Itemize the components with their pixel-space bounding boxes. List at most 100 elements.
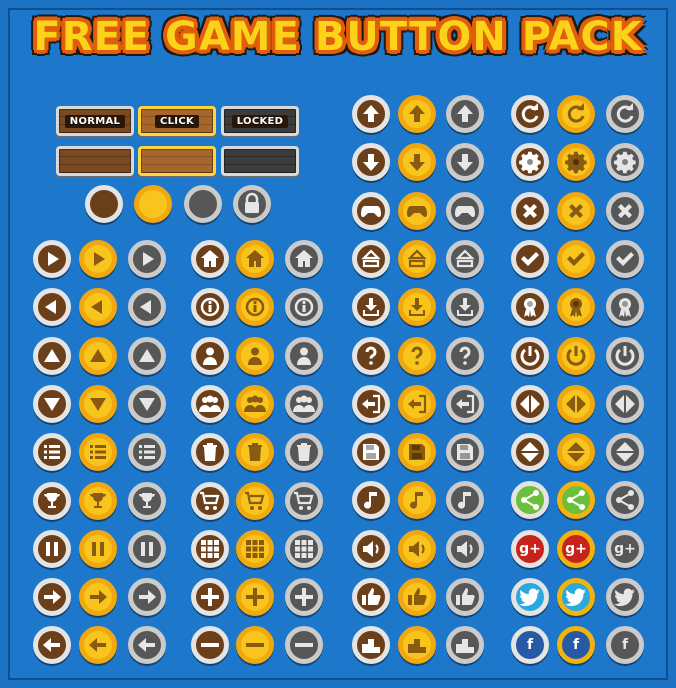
arrow-up-normal-button[interactable] bbox=[352, 95, 390, 133]
people-click-button[interactable] bbox=[236, 384, 274, 423]
power-normal-button[interactable] bbox=[511, 336, 549, 375]
eject-up-click-button[interactable] bbox=[398, 239, 436, 278]
cart-normal-button[interactable] bbox=[191, 481, 229, 520]
exit-locked-button[interactable] bbox=[446, 384, 484, 423]
restart-locked-button[interactable] bbox=[606, 95, 644, 133]
triangle-down-locked-button[interactable] bbox=[128, 384, 166, 423]
home-click-button[interactable] bbox=[236, 240, 274, 278]
award-normal-button[interactable] bbox=[511, 288, 549, 327]
plus-normal-button[interactable] bbox=[191, 578, 229, 617]
exit-normal-button[interactable] bbox=[352, 384, 390, 423]
save-click-button[interactable] bbox=[398, 433, 436, 472]
circle-arrow-right-normal-button[interactable] bbox=[33, 578, 71, 617]
thumbs-up-click-button[interactable] bbox=[398, 578, 436, 616]
blank-locked-button[interactable] bbox=[221, 146, 299, 176]
question-click-button[interactable] bbox=[398, 336, 436, 375]
diamond-lr-click-button[interactable] bbox=[557, 384, 595, 423]
person-click-button[interactable] bbox=[236, 336, 274, 375]
people-normal-button[interactable] bbox=[191, 384, 229, 423]
trash-locked-button[interactable] bbox=[285, 433, 323, 472]
diamond-ud-click-button[interactable] bbox=[557, 433, 595, 472]
-click-button[interactable] bbox=[134, 185, 172, 223]
play-right-click-button[interactable] bbox=[79, 240, 117, 278]
gplus-normal-button[interactable]: g+ bbox=[511, 529, 549, 568]
list-normal-button[interactable] bbox=[33, 433, 71, 472]
diamond-lr-normal-button[interactable] bbox=[511, 384, 549, 423]
exit-click-button[interactable] bbox=[398, 384, 436, 423]
circle-arrow-right-locked-button[interactable] bbox=[128, 578, 166, 617]
person-normal-button[interactable] bbox=[191, 336, 229, 375]
trash-click-button[interactable] bbox=[236, 433, 274, 472]
click-button[interactable]: CLICK bbox=[138, 106, 216, 136]
trophy-locked-button[interactable] bbox=[128, 481, 166, 520]
award-click-button[interactable] bbox=[557, 288, 595, 327]
pause-locked-button[interactable] bbox=[128, 529, 166, 568]
gamepad-click-button[interactable] bbox=[398, 191, 436, 230]
pause-click-button[interactable] bbox=[79, 529, 117, 568]
plus-click-button[interactable] bbox=[236, 578, 274, 617]
sound-normal-button[interactable] bbox=[352, 529, 390, 568]
arrow-up-click-button[interactable] bbox=[398, 95, 436, 133]
gplus-click-button[interactable]: g+ bbox=[557, 529, 595, 568]
trophy-click-button[interactable] bbox=[79, 481, 117, 520]
triangle-down-normal-button[interactable] bbox=[33, 384, 71, 423]
home-locked-button[interactable] bbox=[285, 240, 323, 278]
cart-click-button[interactable] bbox=[236, 481, 274, 520]
question-locked-button[interactable] bbox=[446, 336, 484, 375]
save-normal-button[interactable] bbox=[352, 433, 390, 472]
download-click-button[interactable] bbox=[398, 288, 436, 327]
diamond-lr-locked-button[interactable] bbox=[606, 384, 644, 423]
download-normal-button[interactable] bbox=[352, 288, 390, 327]
triangle-up-click-button[interactable] bbox=[79, 336, 117, 375]
person-locked-button[interactable] bbox=[285, 336, 323, 375]
triangle-up-normal-button[interactable] bbox=[33, 336, 71, 375]
lock-locked-button[interactable] bbox=[233, 185, 271, 223]
triangle-up-locked-button[interactable] bbox=[128, 336, 166, 375]
blank-click-button[interactable] bbox=[138, 146, 216, 176]
-locked-button[interactable] bbox=[184, 185, 222, 223]
thumbs-up-normal-button[interactable] bbox=[352, 578, 390, 616]
locked-button[interactable]: LOCKED bbox=[221, 106, 299, 136]
question-normal-button[interactable] bbox=[352, 336, 390, 375]
twitter-locked-button[interactable] bbox=[606, 578, 644, 616]
grid-normal-button[interactable] bbox=[191, 529, 229, 568]
-normal-button[interactable] bbox=[85, 185, 123, 223]
trophy-normal-button[interactable] bbox=[33, 481, 71, 520]
twitter-click-button[interactable] bbox=[557, 578, 595, 616]
download-locked-button[interactable] bbox=[446, 288, 484, 327]
eject-up-locked-button[interactable] bbox=[446, 239, 484, 278]
twitter-normal-button[interactable] bbox=[511, 578, 549, 616]
award-locked-button[interactable] bbox=[606, 288, 644, 327]
restart-normal-button[interactable] bbox=[511, 95, 549, 133]
play-right-locked-button[interactable] bbox=[128, 240, 166, 278]
check-click-button[interactable] bbox=[557, 239, 595, 278]
triangle-down-click-button[interactable] bbox=[79, 384, 117, 423]
trash-normal-button[interactable] bbox=[191, 433, 229, 472]
close-locked-button[interactable] bbox=[606, 191, 644, 230]
list-locked-button[interactable] bbox=[128, 433, 166, 472]
gplus-locked-button[interactable]: g+ bbox=[606, 529, 644, 568]
cart-locked-button[interactable] bbox=[285, 481, 323, 520]
sound-locked-button[interactable] bbox=[446, 529, 484, 568]
home-normal-button[interactable] bbox=[191, 240, 229, 278]
sound-click-button[interactable] bbox=[398, 529, 436, 568]
close-normal-button[interactable] bbox=[511, 191, 549, 230]
blank-normal-button[interactable] bbox=[56, 146, 134, 176]
arrow-up-locked-button[interactable] bbox=[446, 95, 484, 133]
grid-click-button[interactable] bbox=[236, 529, 274, 568]
thumbs-up-locked-button[interactable] bbox=[446, 578, 484, 616]
play-right-normal-button[interactable] bbox=[33, 240, 71, 278]
close-click-button[interactable] bbox=[557, 191, 595, 230]
check-normal-button[interactable] bbox=[511, 239, 549, 278]
grid-locked-button[interactable] bbox=[285, 529, 323, 568]
pause-normal-button[interactable] bbox=[33, 529, 71, 568]
normal-button[interactable]: NORMAL bbox=[56, 106, 134, 136]
power-click-button[interactable] bbox=[557, 336, 595, 375]
diamond-ud-normal-button[interactable] bbox=[511, 433, 549, 472]
restart-click-button[interactable] bbox=[557, 95, 595, 133]
gamepad-normal-button[interactable] bbox=[352, 191, 390, 230]
gamepad-locked-button[interactable] bbox=[446, 191, 484, 230]
people-locked-button[interactable] bbox=[285, 384, 323, 423]
check-locked-button[interactable] bbox=[606, 239, 644, 278]
save-locked-button[interactable] bbox=[446, 433, 484, 472]
